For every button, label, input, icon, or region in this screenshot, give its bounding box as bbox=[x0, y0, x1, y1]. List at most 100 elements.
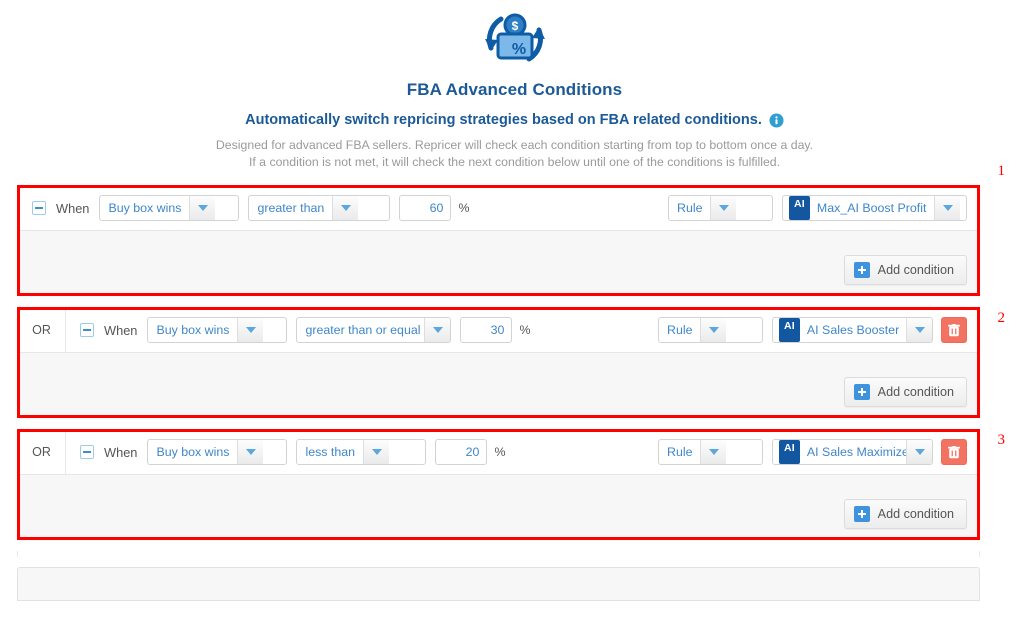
threshold-input-3[interactable] bbox=[435, 439, 488, 465]
add-condition-button-2[interactable]: Add condition bbox=[843, 377, 967, 407]
delete-condition-button-2[interactable] bbox=[941, 317, 967, 343]
condition-block-1: 1 When Buy box wins greater than 60 % Ru… bbox=[0, 163, 1029, 296]
comparator-select-1[interactable]: greater than bbox=[248, 195, 391, 221]
condition-header-3: OR When Buy box wins less than 20 % Rule… bbox=[18, 430, 979, 475]
strategy-select-3[interactable]: AI AI Sales Maximizer... bbox=[772, 439, 933, 465]
svg-text:%: % bbox=[511, 41, 525, 58]
action-type-select-1[interactable]: Rule bbox=[668, 195, 773, 221]
next-panel-partial bbox=[17, 567, 980, 601]
when-label: When bbox=[56, 200, 90, 216]
strategy-value-1: Max_AI Boost Profit bbox=[816, 201, 927, 215]
condition-right-2: Rule AI AI Sales Booster bbox=[658, 317, 967, 343]
info-icon[interactable] bbox=[769, 112, 784, 128]
description-line-2: If a condition is not met, it will check… bbox=[248, 155, 781, 169]
percent-label-1: % bbox=[458, 201, 470, 215]
chevron-down-icon[interactable] bbox=[237, 318, 264, 342]
ai-badge: AI bbox=[779, 318, 800, 342]
strategy-value-2: AI Sales Booster bbox=[806, 323, 900, 337]
metric-select-value-2: Buy box wins bbox=[156, 323, 230, 337]
page-header: $ % FBA Advanced Conditions Automaticall… bbox=[0, 0, 1029, 171]
chevron-down-icon[interactable] bbox=[710, 196, 737, 220]
condition-body-2: Add condition bbox=[18, 353, 979, 417]
plus-icon bbox=[853, 384, 870, 400]
add-condition-button-1[interactable]: Add condition bbox=[843, 255, 967, 285]
strategy-select-1[interactable]: AI Max_AI Boost Profit bbox=[782, 195, 967, 221]
trash-icon bbox=[948, 323, 960, 336]
collapse-icon[interactable] bbox=[80, 445, 94, 459]
action-type-value-1: Rule bbox=[677, 201, 703, 215]
add-condition-label-3: Add condition bbox=[877, 507, 954, 521]
condition-body-3: Add condition bbox=[18, 475, 979, 539]
plus-icon bbox=[853, 506, 870, 522]
metric-select-2[interactable]: Buy box wins bbox=[147, 317, 288, 343]
when-label: When bbox=[104, 444, 138, 460]
or-label-3: OR bbox=[18, 430, 66, 474]
comparator-select-2[interactable]: greater than or equal to bbox=[296, 317, 452, 343]
chevron-down-icon[interactable] bbox=[237, 440, 264, 464]
delete-condition-button-3[interactable] bbox=[941, 439, 967, 465]
condition-body-1: Add condition bbox=[18, 231, 979, 295]
annotation-number-3: 3 bbox=[997, 432, 1006, 448]
metric-select-value-1: Buy box wins bbox=[108, 201, 182, 215]
comparator-select-value-3: less than bbox=[305, 445, 356, 459]
collapse-icon[interactable] bbox=[32, 201, 46, 215]
add-condition-label-2: Add condition bbox=[877, 385, 954, 399]
panel-gap-strip bbox=[17, 551, 980, 557]
metric-select-value-3: Buy box wins bbox=[156, 445, 230, 459]
condition-left-3: When Buy box wins less than % bbox=[66, 439, 505, 465]
chevron-down-icon[interactable] bbox=[424, 318, 451, 342]
description-line-1: Designed for advanced FBA sellers. Repri… bbox=[215, 138, 814, 152]
page-description: Designed for advanced FBA sellers. Repri… bbox=[0, 137, 1029, 171]
chevron-down-icon[interactable] bbox=[906, 318, 932, 342]
fba-advanced-conditions-page: $ % FBA Advanced Conditions Automaticall… bbox=[0, 0, 1029, 638]
action-type-value-2: Rule bbox=[667, 323, 693, 337]
annotation-number-2: 2 bbox=[997, 310, 1006, 326]
condition-right-1: Rule AI Max_AI Boost Profit bbox=[668, 195, 967, 221]
add-condition-button-3[interactable]: Add condition bbox=[843, 499, 967, 529]
add-condition-label-1: Add condition bbox=[877, 263, 954, 277]
metric-select-3[interactable]: Buy box wins bbox=[147, 439, 288, 465]
condition-header-2: OR When Buy box wins greater than or equ… bbox=[18, 308, 979, 353]
chevron-down-icon[interactable] bbox=[934, 196, 961, 220]
condition-left-2: When Buy box wins greater than or equal … bbox=[66, 317, 530, 343]
ai-badge: AI bbox=[789, 196, 810, 220]
chevron-down-icon[interactable] bbox=[363, 440, 390, 464]
chevron-down-icon[interactable] bbox=[189, 196, 216, 220]
comparator-select-3[interactable]: less than bbox=[296, 439, 427, 465]
metric-select-1[interactable]: Buy box wins bbox=[99, 195, 240, 221]
condition-left-1: When Buy box wins greater than % bbox=[18, 195, 469, 221]
condition-panel-1: When Buy box wins greater than % bbox=[17, 185, 980, 296]
percent-label-2: % bbox=[519, 323, 531, 337]
page-title: FBA Advanced Conditions bbox=[406, 80, 623, 99]
page-subtitle-text: Automatically switch repricing strategie… bbox=[245, 112, 762, 128]
action-type-select-3[interactable]: Rule bbox=[658, 439, 763, 465]
condition-header-1: When Buy box wins greater than % bbox=[18, 186, 979, 231]
ai-badge: AI bbox=[779, 440, 800, 464]
svg-text:$: $ bbox=[511, 19, 518, 33]
strategy-select-2[interactable]: AI AI Sales Booster bbox=[772, 317, 933, 343]
threshold-input-1[interactable] bbox=[399, 195, 452, 221]
chevron-down-icon[interactable] bbox=[700, 440, 727, 464]
page-subtitle: Automatically switch repricing strategie… bbox=[0, 112, 1029, 128]
condition-right-3: Rule AI AI Sales Maximizer... bbox=[658, 439, 967, 465]
chevron-down-icon[interactable] bbox=[332, 196, 359, 220]
plus-icon bbox=[853, 262, 870, 278]
condition-block-3: 3 OR When Buy box wins less than 20 % Ru… bbox=[0, 429, 1029, 540]
when-label: When bbox=[104, 322, 138, 338]
strategy-value-3: AI Sales Maximizer... bbox=[806, 445, 906, 459]
percent-label-3: % bbox=[494, 445, 506, 459]
conditions-list: 1 When Buy box wins greater than 60 % Ru… bbox=[0, 163, 1029, 601]
comparator-select-value-2: greater than or equal to bbox=[305, 323, 425, 337]
chevron-down-icon[interactable] bbox=[700, 318, 727, 342]
annotation-number-1: 1 bbox=[997, 163, 1006, 179]
action-type-value-3: Rule bbox=[667, 445, 693, 459]
collapse-icon[interactable] bbox=[80, 323, 94, 337]
condition-panel-3: OR When Buy box wins less than 20 % Rule… bbox=[17, 429, 980, 540]
threshold-input-2[interactable] bbox=[460, 317, 513, 343]
condition-panel-2: OR When Buy box wins greater than or equ… bbox=[17, 307, 980, 418]
condition-block-2: 2 OR When Buy box wins greater than or e… bbox=[0, 307, 1029, 418]
chevron-down-icon[interactable] bbox=[906, 440, 932, 464]
fba-repricing-icon: $ % bbox=[484, 13, 545, 62]
comparator-select-value-1: greater than bbox=[257, 201, 325, 215]
action-type-select-2[interactable]: Rule bbox=[658, 317, 763, 343]
